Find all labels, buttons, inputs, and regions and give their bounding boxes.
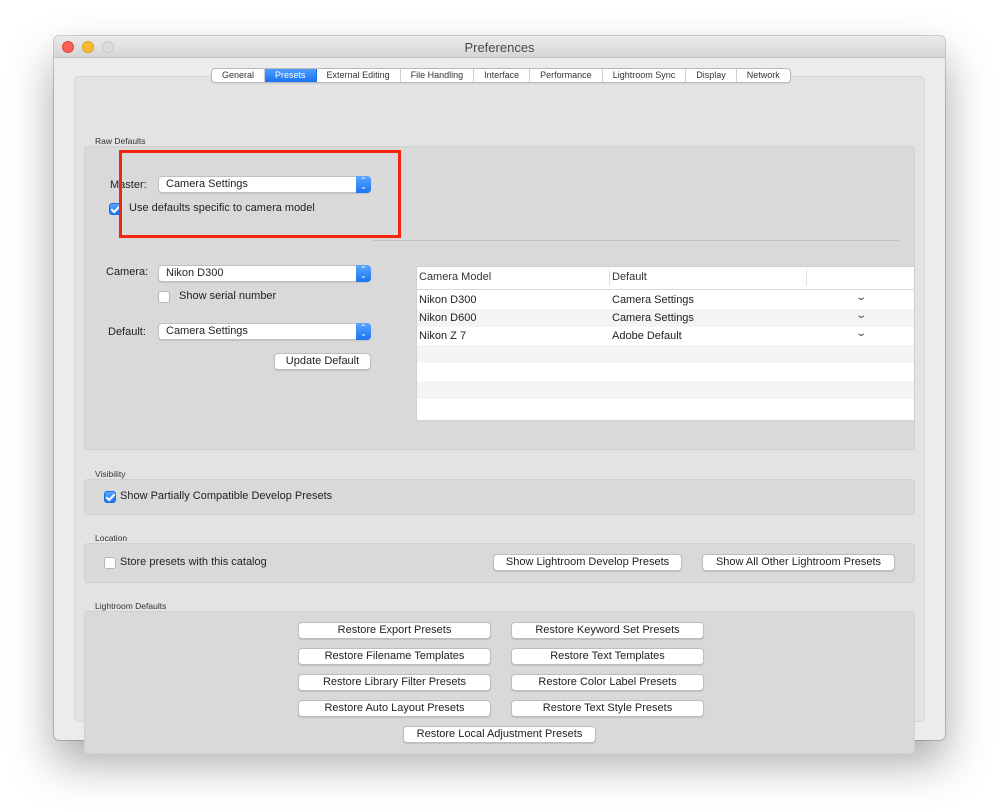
tab-performance[interactable]: Performance [530,69,603,82]
column-header-camera-model[interactable]: Camera Model [419,271,491,283]
row-default-value: Adobe Default [612,330,682,342]
popup-stepper-icon: ⌃ ⌄ [356,323,371,340]
restore-auto-layout-presets-button[interactable]: Restore Auto Layout Presets [298,700,491,717]
tab-general[interactable]: General [212,69,266,82]
store-with-catalog-label: Store presets with this catalog [120,556,267,568]
preferences-tabs: General Presets External Editing File Ha… [211,68,791,83]
show-develop-presets-button[interactable]: Show Lightroom Develop Presets [493,554,682,571]
empty-table-row [417,381,914,399]
empty-table-row [417,345,914,363]
camera-label: Camera: [106,266,149,278]
show-serial-label: Show serial number [179,290,277,302]
section-divider [373,240,899,241]
update-default-button[interactable]: Update Default [274,353,371,370]
camera-popup-value: Nikon D300 [166,267,224,279]
empty-table-row [417,363,914,381]
tab-network[interactable]: Network [737,69,790,82]
location-label: Location [95,533,128,543]
restore-text-templates-button[interactable]: Restore Text Templates [511,648,704,665]
column-separator [609,269,610,286]
preferences-window: Preferences General Presets External Edi… [54,36,945,754]
chevron-down-icon[interactable]: ⌄ [855,292,867,303]
chevron-down-icon[interactable]: ⌄ [855,328,867,339]
restore-text-style-presets-button[interactable]: Restore Text Style Presets [511,700,704,717]
default-popup-value: Camera Settings [166,325,248,337]
store-with-catalog-checkbox[interactable] [104,557,116,569]
window-title: Preferences [464,40,535,55]
annotation-highlight-box [119,150,401,238]
restore-filename-templates-button[interactable]: Restore Filename Templates [298,648,491,665]
tab-display[interactable]: Display [686,69,737,82]
tab-interface[interactable]: Interface [474,69,531,82]
restore-keyword-set-presets-button[interactable]: Restore Keyword Set Presets [511,622,704,639]
title-bar: Preferences [54,36,945,58]
camera-defaults-table: Camera Model Default Nikon D300 Camera S… [416,266,915,421]
row-camera-model: Nikon D300 [419,294,477,306]
tab-file-handling[interactable]: File Handling [401,69,475,82]
table-row[interactable]: Nikon D600 Camera Settings ⌄ [417,309,914,327]
column-separator [806,269,807,286]
popup-stepper-icon: ⌃ ⌄ [356,265,371,282]
default-label: Default: [108,326,146,338]
restore-local-adjustment-presets-button[interactable]: Restore Local Adjustment Presets [403,726,596,743]
presets-pane: Raw Defaults Master: Camera Settings ⌃ ⌄ … [74,76,925,754]
empty-table-row [417,399,914,417]
tab-presets[interactable]: Presets [265,69,317,82]
default-popup[interactable]: Camera Settings ⌃ ⌄ [158,323,371,340]
restore-library-filter-presets-button[interactable]: Restore Library Filter Presets [298,674,491,691]
lightroom-defaults-label: Lightroom Defaults [95,601,167,611]
show-other-presets-button[interactable]: Show All Other Lightroom Presets [702,554,895,571]
table-row[interactable]: Nikon D300 Camera Settings ⌄ [417,291,914,309]
show-serial-checkbox[interactable] [158,291,170,303]
row-default-value: Camera Settings [612,294,694,306]
show-partial-presets-label: Show Partially Compatible Develop Preset… [120,490,333,502]
restore-color-label-presets-button[interactable]: Restore Color Label Presets [511,674,704,691]
row-default-value: Camera Settings [612,312,694,324]
camera-popup[interactable]: Nikon D300 ⌃ ⌄ [158,265,371,282]
table-row[interactable]: Nikon Z 7 Adobe Default ⌄ [417,327,914,345]
column-header-default[interactable]: Default [612,271,647,283]
row-camera-model: Nikon D600 [419,312,477,324]
chevron-down-icon[interactable]: ⌄ [855,310,867,321]
tab-external-editing[interactable]: External Editing [317,69,401,82]
table-header: Camera Model Default [417,267,914,290]
show-partial-presets-checkbox[interactable] [104,491,116,503]
tab-lightroom-sync[interactable]: Lightroom Sync [603,69,687,82]
visibility-label: Visibility [95,469,126,479]
restore-export-presets-button[interactable]: Restore Export Presets [298,622,491,639]
row-camera-model: Nikon Z 7 [419,330,467,342]
raw-defaults-label: Raw Defaults [95,136,146,146]
